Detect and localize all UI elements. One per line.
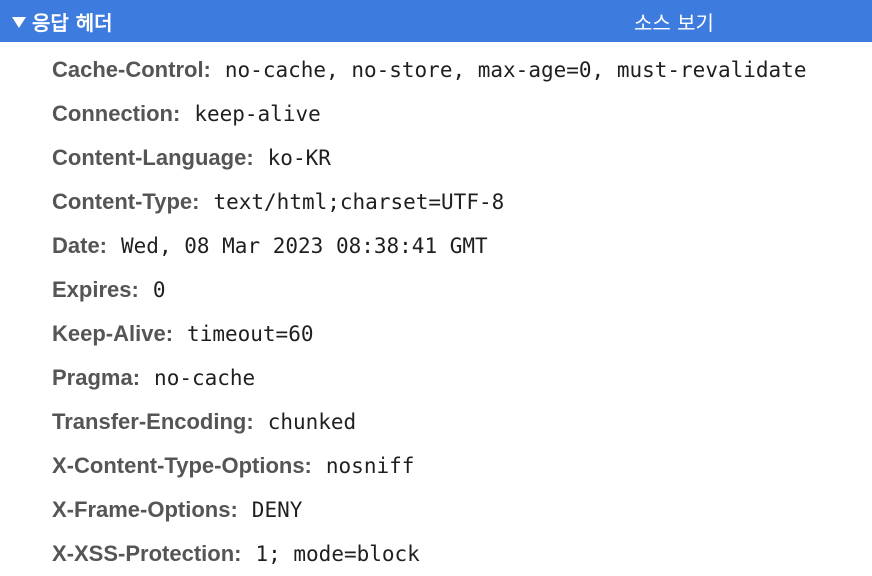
header-row-connection: Connection: keep-alive — [52, 92, 806, 136]
header-value: timeout=60 — [187, 322, 314, 346]
header-row-content-type: Content-Type: text/html;charset=UTF-8 — [52, 180, 806, 224]
header-value: nosniff — [325, 454, 415, 478]
header-row-date: Date: Wed, 08 Mar 2023 08:38:41 GMT — [52, 224, 806, 268]
header-value: text/html;charset=UTF-8 — [213, 190, 505, 214]
header-row-pragma: Pragma: no-cache — [52, 356, 806, 400]
header-name: X-Frame-Options: — [52, 497, 238, 522]
header-row-content-language: Content-Language: ko-KR — [52, 136, 806, 180]
header-row-x-content-type-options: X-Content-Type-Options: nosniff — [52, 444, 806, 488]
header-name: Content-Type: — [52, 189, 200, 214]
header-name: Connection: — [52, 101, 181, 126]
header-name: Date: — [52, 233, 108, 258]
header-name: X-XSS-Protection: — [52, 541, 242, 566]
header-row-expires: Expires: 0 — [52, 268, 806, 312]
header-row-transfer-encoding: Transfer-Encoding: chunked — [52, 400, 806, 444]
header-value: ko-KR — [267, 146, 331, 170]
header-name: Content-Language: — [52, 145, 254, 170]
header-value: no-cache, no-store, max-age=0, must-reva… — [224, 58, 807, 82]
header-value: 1; mode=block — [255, 542, 420, 566]
view-source-link[interactable]: 소스 보기 — [634, 0, 714, 42]
header-row-keep-alive: Keep-Alive: timeout=60 — [52, 312, 806, 356]
header-value: no-cache — [154, 366, 256, 390]
header-value: 0 — [152, 278, 166, 302]
header-row-x-frame-options: X-Frame-Options: DENY — [52, 488, 806, 532]
response-headers-section-header: 응답 헤더 소스 보기 — [0, 0, 872, 42]
disclosure-triangle-down-icon[interactable] — [12, 16, 26, 28]
header-value: keep-alive — [194, 102, 321, 126]
header-name: X-Content-Type-Options: — [52, 453, 312, 478]
header-name: Pragma: — [52, 365, 141, 390]
header-name: Expires: — [52, 277, 139, 302]
header-name: Transfer-Encoding: — [52, 409, 254, 434]
header-value: DENY — [251, 498, 303, 522]
header-name: Cache-Control: — [52, 57, 211, 82]
response-headers-panel: 응답 헤더 소스 보기 Cache-Control: no-cache, no-… — [0, 0, 872, 576]
header-value: Wed, 08 Mar 2023 08:38:41 GMT — [121, 234, 488, 258]
header-row-cache-control: Cache-Control: no-cache, no-store, max-a… — [52, 48, 806, 92]
headers-list: Cache-Control: no-cache, no-store, max-a… — [52, 48, 806, 576]
header-name: Keep-Alive: — [52, 321, 174, 346]
header-row-x-xss-protection: X-XSS-Protection: 1; mode=block — [52, 532, 806, 576]
header-value: chunked — [267, 410, 357, 434]
response-headers-toggle[interactable]: 응답 헤더 — [12, 0, 113, 42]
section-title[interactable]: 응답 헤더 — [32, 7, 113, 36]
